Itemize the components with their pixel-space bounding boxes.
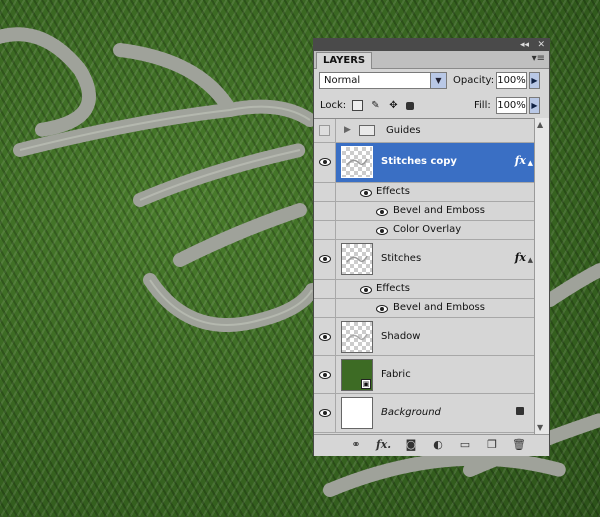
eye-icon[interactable] — [319, 409, 331, 417]
eye-icon[interactable] — [360, 189, 372, 197]
collapse-effects-arrow-icon[interactable]: ▲ — [528, 256, 533, 264]
layer-thumbnail: ▣ — [341, 359, 373, 391]
tab-layers[interactable]: LAYERS — [316, 52, 373, 69]
opacity-slider-arrow-icon[interactable]: ▶ — [529, 72, 540, 89]
effect-label: Color Overlay — [393, 224, 462, 235]
layer-name: Background — [381, 407, 441, 418]
panel-bottom-bar: ⚭ fx. ◙ ◐ ▭ ❐ 🗑 — [314, 434, 549, 456]
panel-title-bar: ◂◂ ✕ — [314, 39, 549, 51]
collapse-effects-arrow-icon[interactable]: ▲ — [528, 159, 533, 167]
effects-label: Effects — [376, 186, 410, 197]
eye-cell — [314, 299, 336, 317]
fill-label: Fill: — [474, 100, 491, 111]
layer-row-stitches[interactable]: Stitches fx ▲ — [314, 240, 534, 280]
effect-row[interactable]: Bevel and Emboss — [314, 299, 534, 318]
layer-name: Fabric — [381, 369, 411, 380]
eye-cell — [314, 280, 336, 298]
eye-icon[interactable] — [376, 227, 388, 235]
eye-icon[interactable] — [319, 333, 331, 341]
visibility-toggle[interactable] — [314, 240, 336, 279]
effects-row[interactable]: Effects — [314, 280, 534, 299]
trash-icon[interactable]: 🗑 — [512, 438, 526, 452]
eye-cell — [314, 183, 336, 201]
blend-mode-select[interactable]: Normal ▼ — [319, 72, 447, 89]
layer-row-shadow[interactable]: Shadow — [314, 318, 534, 356]
effect-label: Bevel and Emboss — [393, 205, 485, 216]
layers-scrollbar[interactable]: ▲ ▼ — [534, 118, 549, 434]
opacity-label: Opacity: — [453, 75, 495, 86]
opacity-input[interactable]: 100% — [496, 72, 527, 89]
mask-icon[interactable]: ◙ — [404, 438, 418, 452]
visibility-toggle[interactable] — [314, 318, 336, 355]
close-icon[interactable]: ✕ — [537, 39, 545, 51]
lock-icon — [516, 407, 524, 415]
eye-icon[interactable] — [360, 286, 372, 294]
blend-mode-value: Normal — [324, 75, 361, 86]
visibility-toggle[interactable] — [314, 394, 336, 432]
lock-position-icon[interactable]: ✥ — [388, 100, 399, 111]
layers-list: ▶ Guides Stitches copy fx ▲ Effects Beve… — [314, 118, 534, 435]
eye-icon[interactable] — [319, 255, 331, 263]
layer-row-fabric[interactable]: ▣ Fabric — [314, 356, 534, 394]
smart-object-icon: ▣ — [361, 379, 371, 389]
eye-icon[interactable] — [376, 305, 388, 313]
layer-name: Shadow — [381, 331, 421, 342]
blend-opacity-row: Normal ▼ Opacity: 100% ▶ — [314, 69, 549, 93]
layer-thumbnail — [341, 146, 373, 178]
layer-row-stitches-copy[interactable]: Stitches copy fx ▲ — [314, 143, 534, 183]
lock-transparent-pixels-icon[interactable] — [352, 100, 363, 111]
eye-icon[interactable] — [376, 208, 388, 216]
layer-name: Stitches copy — [381, 156, 457, 167]
panel-menu-icon[interactable]: ▾≡ — [532, 53, 545, 64]
layers-panel: ◂◂ ✕ LAYERS ▾≡ Normal ▼ Opacity: 100% ▶ … — [313, 38, 550, 456]
fx-icon[interactable]: fx — [515, 154, 526, 167]
effect-row[interactable]: Color Overlay — [314, 221, 534, 240]
collapse-icon[interactable]: ◂◂ — [520, 39, 529, 51]
layer-thumbnail — [341, 321, 373, 353]
visibility-toggle[interactable] — [314, 143, 336, 182]
eye-cell — [314, 221, 336, 239]
visibility-toggle[interactable] — [314, 119, 336, 142]
adjustment-icon[interactable]: ◐ — [431, 438, 445, 452]
expand-arrow-icon[interactable]: ▶ — [344, 125, 351, 135]
folder-icon — [359, 125, 375, 136]
layer-name: Stitches — [381, 253, 422, 264]
lock-label: Lock: — [320, 100, 347, 111]
link-icon[interactable]: ⚭ — [349, 438, 363, 452]
fill-input[interactable]: 100% — [496, 97, 527, 114]
eye-icon[interactable] — [319, 371, 331, 379]
fill-slider-arrow-icon[interactable]: ▶ — [529, 97, 540, 114]
tab-row: LAYERS ▾≡ — [314, 51, 549, 69]
layer-name: Guides — [386, 125, 421, 136]
layer-thumbnail — [341, 243, 373, 275]
layer-thumbnail — [341, 397, 373, 429]
layer-row-guides[interactable]: ▶ Guides — [314, 119, 534, 143]
chevron-down-icon[interactable]: ▼ — [430, 73, 446, 88]
eye-cell — [314, 202, 336, 220]
lock-fill-row: Lock: ✎ ✥ Fill: 100% ▶ — [314, 93, 549, 117]
effects-row[interactable]: Effects — [314, 183, 534, 202]
lock-all-icon[interactable] — [406, 102, 414, 110]
layer-row-background[interactable]: Background — [314, 394, 534, 433]
visibility-toggle[interactable] — [314, 356, 336, 393]
effect-row[interactable]: Bevel and Emboss — [314, 202, 534, 221]
scroll-down-icon[interactable]: ▼ — [537, 423, 543, 432]
fx-icon[interactable]: fx — [515, 251, 526, 264]
effects-label: Effects — [376, 283, 410, 294]
fx-icon[interactable]: fx. — [376, 438, 391, 452]
new-layer-icon[interactable]: ❐ — [485, 438, 499, 452]
hidden-visibility-box-icon[interactable] — [319, 125, 330, 136]
folder-icon[interactable]: ▭ — [458, 438, 472, 452]
scroll-up-icon[interactable]: ▲ — [537, 120, 543, 129]
lock-image-pixels-icon[interactable]: ✎ — [370, 100, 381, 111]
effect-label: Bevel and Emboss — [393, 302, 485, 313]
eye-icon[interactable] — [319, 158, 331, 166]
